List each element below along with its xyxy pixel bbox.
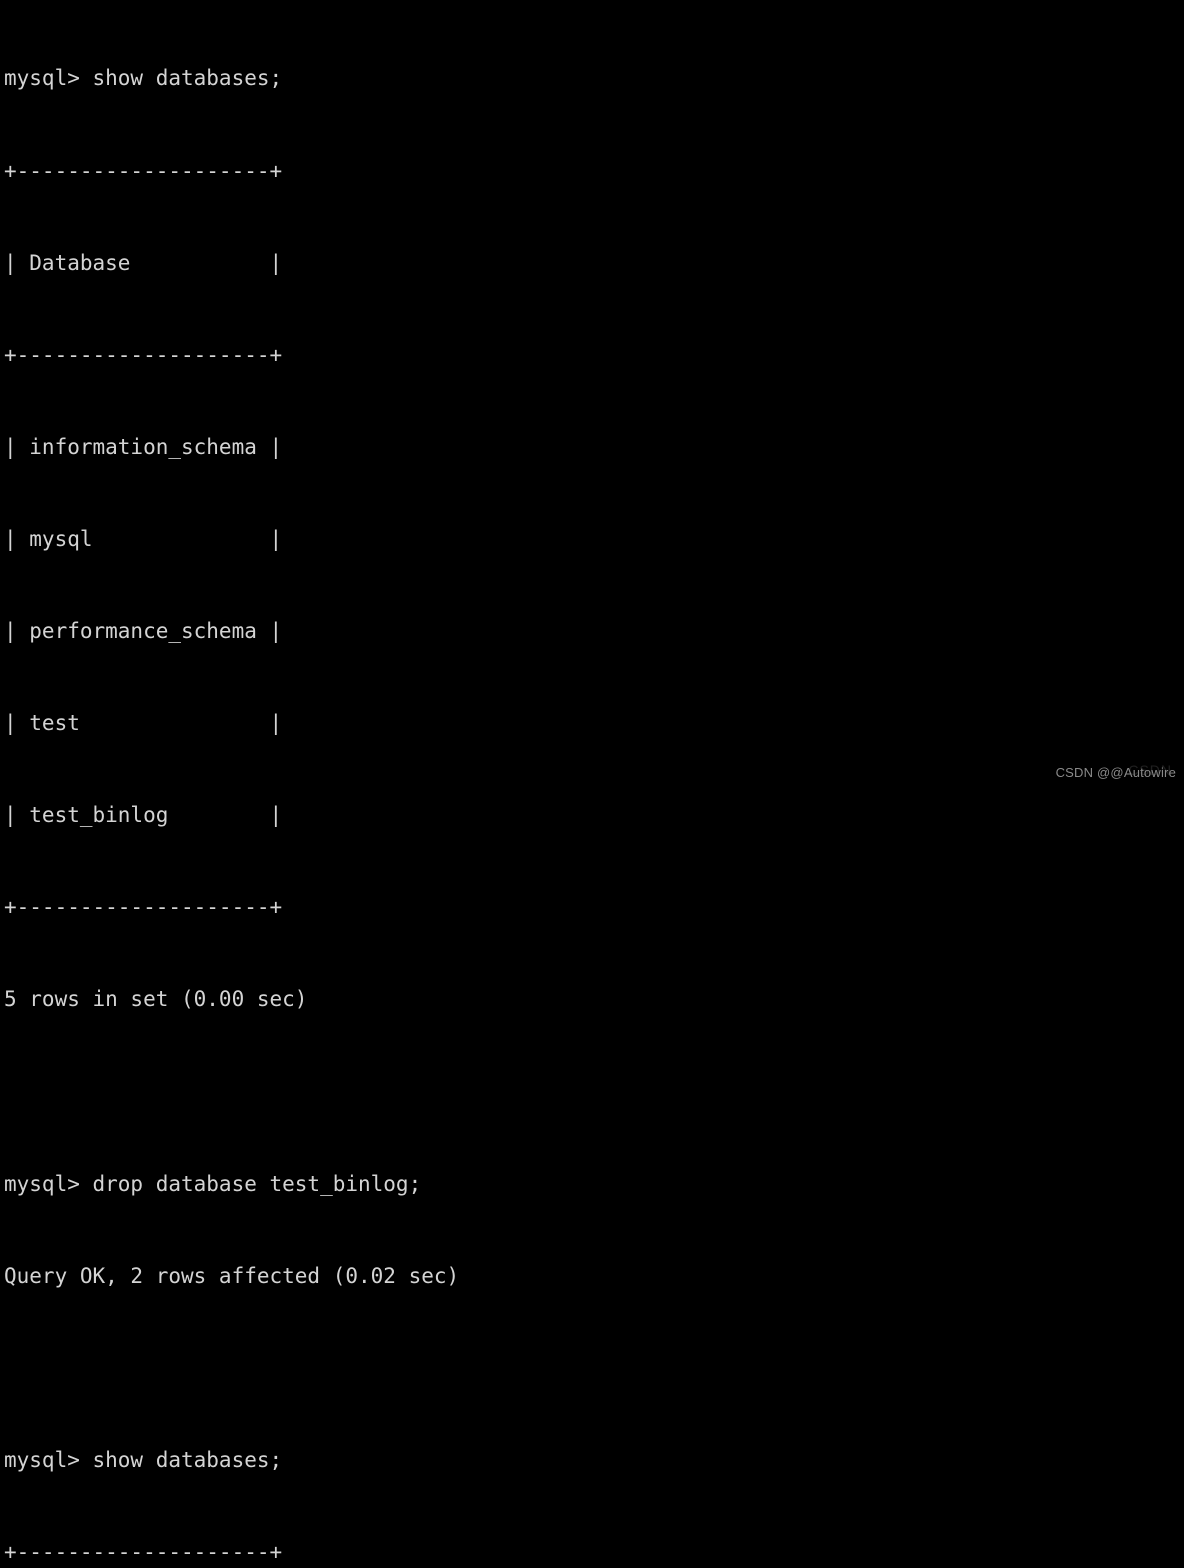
- terminal-line: | test |: [4, 711, 283, 736]
- terminal-line: Query OK, 2 rows affected (0.02 sec): [4, 1263, 460, 1288]
- terminal-line: | information_schema |: [4, 434, 283, 459]
- terminal-line: +--------------------+: [4, 342, 283, 367]
- terminal-window[interactable]: mysql> show databases; +----------------…: [0, 0, 1184, 1564]
- watermark-text: CSDN @@Autowire: [1055, 765, 1176, 780]
- terminal-line: | test_binlog |: [4, 803, 283, 828]
- terminal-line: 5 rows in set (0.00 sec): [4, 987, 308, 1012]
- terminal-line: +--------------------+: [4, 895, 283, 920]
- terminal-line: | performance_schema |: [4, 618, 283, 643]
- terminal-line: mysql> show databases;: [4, 1447, 283, 1472]
- terminal-line: +--------------------+: [4, 1539, 283, 1564]
- terminal-line: mysql> drop database test_binlog;: [4, 1171, 422, 1196]
- terminal-line: +--------------------+: [4, 158, 283, 183]
- console-output: mysql> show databases; +----------------…: [4, 2, 1184, 1568]
- terminal-line: mysql> show databases;: [4, 66, 283, 91]
- terminal-line: | Database |: [4, 250, 283, 275]
- terminal-line: | mysql |: [4, 526, 283, 551]
